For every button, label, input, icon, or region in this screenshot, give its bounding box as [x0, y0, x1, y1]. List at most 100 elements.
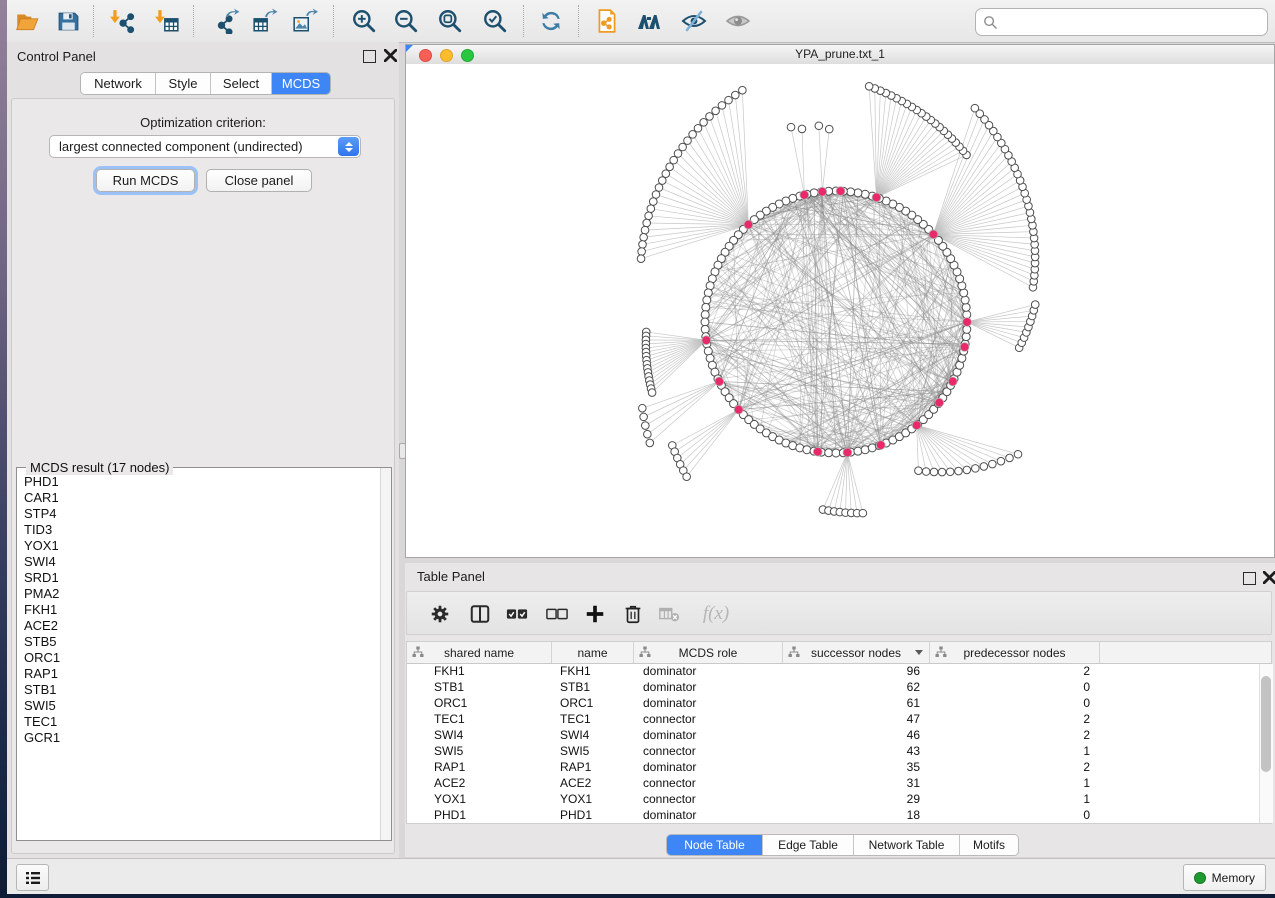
export-network-icon[interactable] [211, 4, 245, 38]
mcds-result-item[interactable]: PMA2 [24, 586, 381, 602]
mcds-result-item[interactable]: STB5 [24, 634, 381, 650]
tab-network-table[interactable]: Network Table [854, 835, 960, 855]
table-row[interactable]: FKH1FKH1dominator962 [407, 663, 1271, 679]
table-row[interactable]: ORC1ORC1dominator610 [407, 695, 1271, 711]
column-header-name[interactable]: name [552, 642, 634, 663]
delete-column-icon[interactable] [620, 601, 646, 627]
import-network-icon[interactable] [105, 4, 139, 38]
zoom-fit-icon[interactable] [433, 4, 467, 38]
table-row[interactable]: RAP1RAP1dominator352 [407, 759, 1271, 775]
tab-select[interactable]: Select [211, 73, 272, 94]
mcds-result-item[interactable]: ORC1 [24, 650, 381, 666]
table-cell: SWI5 [552, 744, 634, 758]
mcds-result-item[interactable]: SRD1 [24, 570, 381, 586]
table-cell: connector [634, 776, 783, 790]
sort-descending-icon [915, 650, 923, 655]
tab-mcds[interactable]: MCDS [272, 73, 330, 94]
mcds-result-item[interactable]: PHD1 [24, 474, 381, 490]
settings-gear-icon[interactable] [427, 601, 453, 627]
network-canvas[interactable] [406, 64, 1274, 557]
tab-style[interactable]: Style [156, 73, 211, 94]
mcds-result-item[interactable]: GCR1 [24, 730, 381, 746]
table-cell: PHD1 [407, 808, 552, 822]
control-panel-header: Control Panel [7, 42, 399, 68]
show-all-icon[interactable] [721, 4, 755, 38]
table-cell: 0 [930, 808, 1100, 822]
mcds-result-item[interactable]: STB1 [24, 682, 381, 698]
table-scrollbar[interactable] [1259, 664, 1273, 823]
tab-edge-table[interactable]: Edge Table [763, 835, 854, 855]
table-cell: dominator [634, 728, 783, 742]
run-mcds-button[interactable]: Run MCDS [96, 169, 195, 192]
zoom-out-icon[interactable] [389, 4, 423, 38]
table-row[interactable]: TEC1TEC1connector472 [407, 711, 1271, 727]
mcds-result-item[interactable]: CAR1 [24, 490, 381, 506]
table-cell: 2 [930, 760, 1100, 774]
column-header-shared-name[interactable]: shared name [407, 642, 552, 663]
table-cell: ACE2 [552, 776, 634, 790]
mcds-result-item[interactable]: YOX1 [24, 538, 381, 554]
open-session-icon[interactable] [10, 4, 44, 38]
mcds-result-item[interactable]: SWI4 [24, 554, 381, 570]
mcds-result-item[interactable]: STP4 [24, 506, 381, 522]
table-cell: TEC1 [407, 712, 552, 726]
share-document-icon[interactable] [590, 4, 624, 38]
search-network-icon[interactable] [633, 4, 667, 38]
toolbar-separator [193, 5, 194, 37]
table-cell: 31 [783, 776, 930, 790]
mcds-result-item[interactable]: RAP1 [24, 666, 381, 682]
deselect-all-icon[interactable] [544, 601, 570, 627]
table-cell: 2 [930, 664, 1100, 678]
close-panel-button[interactable]: Close panel [206, 169, 312, 192]
search-field[interactable] [975, 8, 1268, 36]
table-row[interactable]: SWI4SWI4dominator462 [407, 727, 1271, 743]
memory-label: Memory [1212, 871, 1255, 885]
table-row[interactable]: SWI5SWI5connector431 [407, 743, 1271, 759]
zoom-in-icon[interactable] [347, 4, 381, 38]
table-row[interactable]: STB1STB1dominator620 [407, 679, 1271, 695]
mcds-result-item[interactable]: SWI5 [24, 698, 381, 714]
export-table-icon[interactable] [248, 4, 282, 38]
mcds-result-item[interactable]: ACE2 [24, 618, 381, 634]
column-layout-icon[interactable] [467, 601, 493, 627]
save-session-icon[interactable] [51, 4, 85, 38]
column-header-successor-nodes[interactable]: successor nodes [783, 642, 930, 663]
table-row[interactable]: PHD1PHD1dominator180 [407, 807, 1271, 823]
mcds-result-item[interactable]: TEC1 [24, 714, 381, 730]
tab-network[interactable]: Network [81, 73, 156, 94]
search-input[interactable] [1002, 14, 1267, 31]
scrollbar-thumb[interactable] [1261, 676, 1271, 772]
table-row[interactable]: ACE2ACE2connector311 [407, 775, 1271, 791]
panel-splitter-handle[interactable] [399, 443, 406, 459]
mcds-result-group: MCDS result (17 nodes) PHD1CAR1STP4TID3Y… [16, 467, 392, 841]
mcds-result-item[interactable]: TID3 [24, 522, 381, 538]
zoom-selected-icon[interactable] [478, 4, 512, 38]
hide-selected-icon[interactable] [677, 4, 711, 38]
export-image-icon[interactable] [288, 4, 322, 38]
table-cell: SWI4 [552, 728, 634, 742]
column-header-MCDS-role[interactable]: MCDS role [634, 642, 783, 663]
control-panel-tabbar: NetworkStyleSelectMCDS [80, 72, 331, 95]
network-window-titlebar[interactable]: YPA_prune.txt_1 [406, 45, 1274, 65]
float-panel-icon[interactable] [363, 50, 376, 63]
import-table-icon[interactable] [150, 4, 184, 38]
table-cell: 96 [783, 664, 930, 678]
table-cell: PHD1 [552, 808, 634, 822]
float-panel-icon[interactable] [1243, 572, 1256, 585]
close-panel-icon[interactable] [1263, 571, 1275, 584]
network-window-title: YPA_prune.txt_1 [406, 47, 1274, 61]
tab-motifs[interactable]: Motifs [960, 835, 1018, 855]
task-history-button[interactable] [16, 864, 49, 891]
close-panel-icon[interactable] [384, 49, 397, 62]
refresh-view-icon[interactable] [534, 4, 568, 38]
memory-button[interactable]: Memory [1183, 864, 1266, 891]
table-row[interactable]: YOX1YOX1connector291 [407, 791, 1271, 807]
optimization-criterion-select[interactable]: largest connected component (undirected) [49, 135, 361, 158]
select-all-checked-icon[interactable] [504, 601, 530, 627]
mcds-result-scrollbar[interactable] [380, 468, 391, 840]
mcds-result-item[interactable]: FKH1 [24, 602, 381, 618]
column-header-predecessor-nodes[interactable]: predecessor nodes [930, 642, 1100, 663]
mcds-result-list[interactable]: PHD1CAR1STP4TID3YOX1SWI4SRD1PMA2FKH1ACE2… [17, 470, 381, 840]
tab-node-table[interactable]: Node Table [667, 835, 763, 855]
add-column-icon[interactable] [582, 601, 608, 627]
